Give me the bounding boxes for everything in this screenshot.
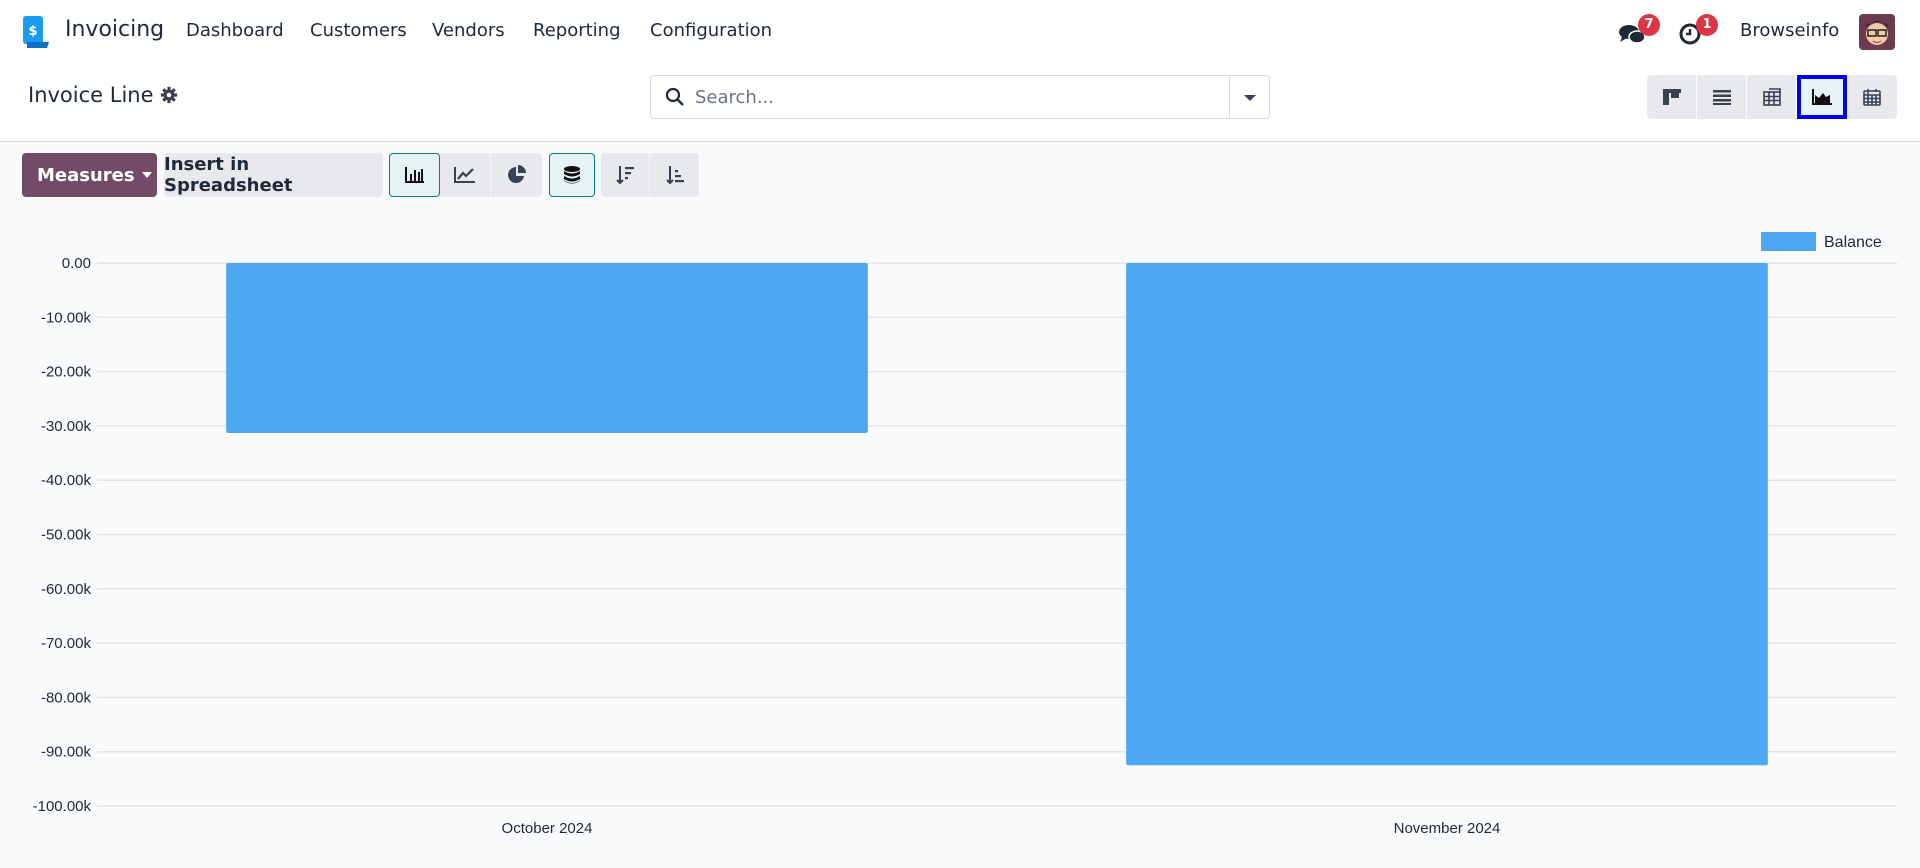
measures-button[interactable]: Measures [22,153,157,197]
y-tick-label: -70.00k [41,635,92,652]
bar-chart-button[interactable] [389,153,440,197]
stacked-toggle-group [549,153,595,197]
menu-vendors[interactable]: Vendors [432,20,505,41]
menu-dashboard[interactable]: Dashboard [186,20,284,41]
search-bar[interactable]: Search... [650,75,1270,119]
menu-reporting[interactable]: Reporting [533,20,621,41]
menu-configuration[interactable]: Configuration [650,20,772,41]
search-icon [665,87,684,106]
database-icon [564,166,580,184]
top-navbar: $ Invoicing Dashboard Customers Vendors … [0,0,1920,62]
bar-chart: 0.00 -10.00k -20.00k -30.00k -40.00k -50.00k -… [33,232,1897,837]
y-tick-label: -100.00k [33,798,92,815]
view-calendar-button[interactable] [1847,75,1897,119]
pie-chart-icon [507,165,526,183]
area-chart-icon [1811,89,1832,105]
page-title: Invoice Line [28,83,178,107]
page-title-text: Invoice Line [28,83,154,107]
insert-in-spreadsheet-button[interactable]: Insert in Spreadsheet [164,153,383,197]
line-chart-icon [454,167,475,183]
user-avatar[interactable] [1859,14,1895,50]
control-panel: Invoice Line Search... [0,62,1920,142]
bar-november-2024 [1126,263,1768,766]
search-options-toggle[interactable] [1229,76,1269,118]
app-name[interactable]: Invoicing [65,17,164,42]
y-tick-label: 0.00 [62,255,91,272]
view-switcher [1647,75,1897,119]
line-chart-button[interactable] [440,153,491,197]
y-tick-label: -60.00k [41,581,92,598]
svg-text:$: $ [28,24,37,39]
sort-ascending-icon [665,166,684,185]
measures-label: Measures [37,164,135,186]
y-tick-label: -10.00k [41,309,92,326]
legend-label: Balance [1824,234,1882,251]
y-tick-label: -40.00k [41,472,92,489]
user-name[interactable]: Browseinfo [1740,20,1839,41]
invoicing-app-logo[interactable]: $ [21,16,49,48]
x-tick-label: October 2024 [502,820,593,837]
sort-descending-button[interactable] [601,153,650,197]
messages-button[interactable]: 7 [1618,14,1660,50]
legend-swatch [1761,232,1816,251]
x-tick-label: November 2024 [1394,820,1501,837]
bar-chart-icon [404,167,424,183]
search-input[interactable]: Search... [695,87,774,108]
y-tick-label: -30.00k [41,418,92,435]
y-tick-label: -20.00k [41,364,92,381]
pivot-table-icon [1762,88,1781,106]
messages-badge: 7 [1638,14,1660,36]
y-tick-label: -80.00k [41,689,92,706]
kanban-icon [1662,89,1681,105]
view-list-button[interactable] [1697,75,1747,119]
sort-group [601,153,699,197]
pie-chart-button[interactable] [491,153,542,197]
view-kanban-button[interactable] [1647,75,1697,119]
sort-descending-icon [616,166,634,185]
view-graph-button[interactable] [1797,75,1847,119]
list-icon [1712,90,1731,105]
sort-ascending-button[interactable] [650,153,699,197]
activities-button[interactable]: 1 [1678,14,1718,50]
view-pivot-button[interactable] [1747,75,1797,119]
calendar-icon [1863,89,1881,106]
caret-down-icon [1244,95,1256,101]
bar-october-2024 [226,263,868,433]
activities-badge: 1 [1696,14,1718,36]
caret-down-icon [141,172,152,178]
y-tick-label: -50.00k [41,527,92,544]
y-tick-label: -90.00k [41,744,92,761]
gear-icon[interactable] [160,86,178,104]
stacked-button[interactable] [549,153,595,197]
menu-customers[interactable]: Customers [310,20,407,41]
chart-type-group [389,153,542,197]
